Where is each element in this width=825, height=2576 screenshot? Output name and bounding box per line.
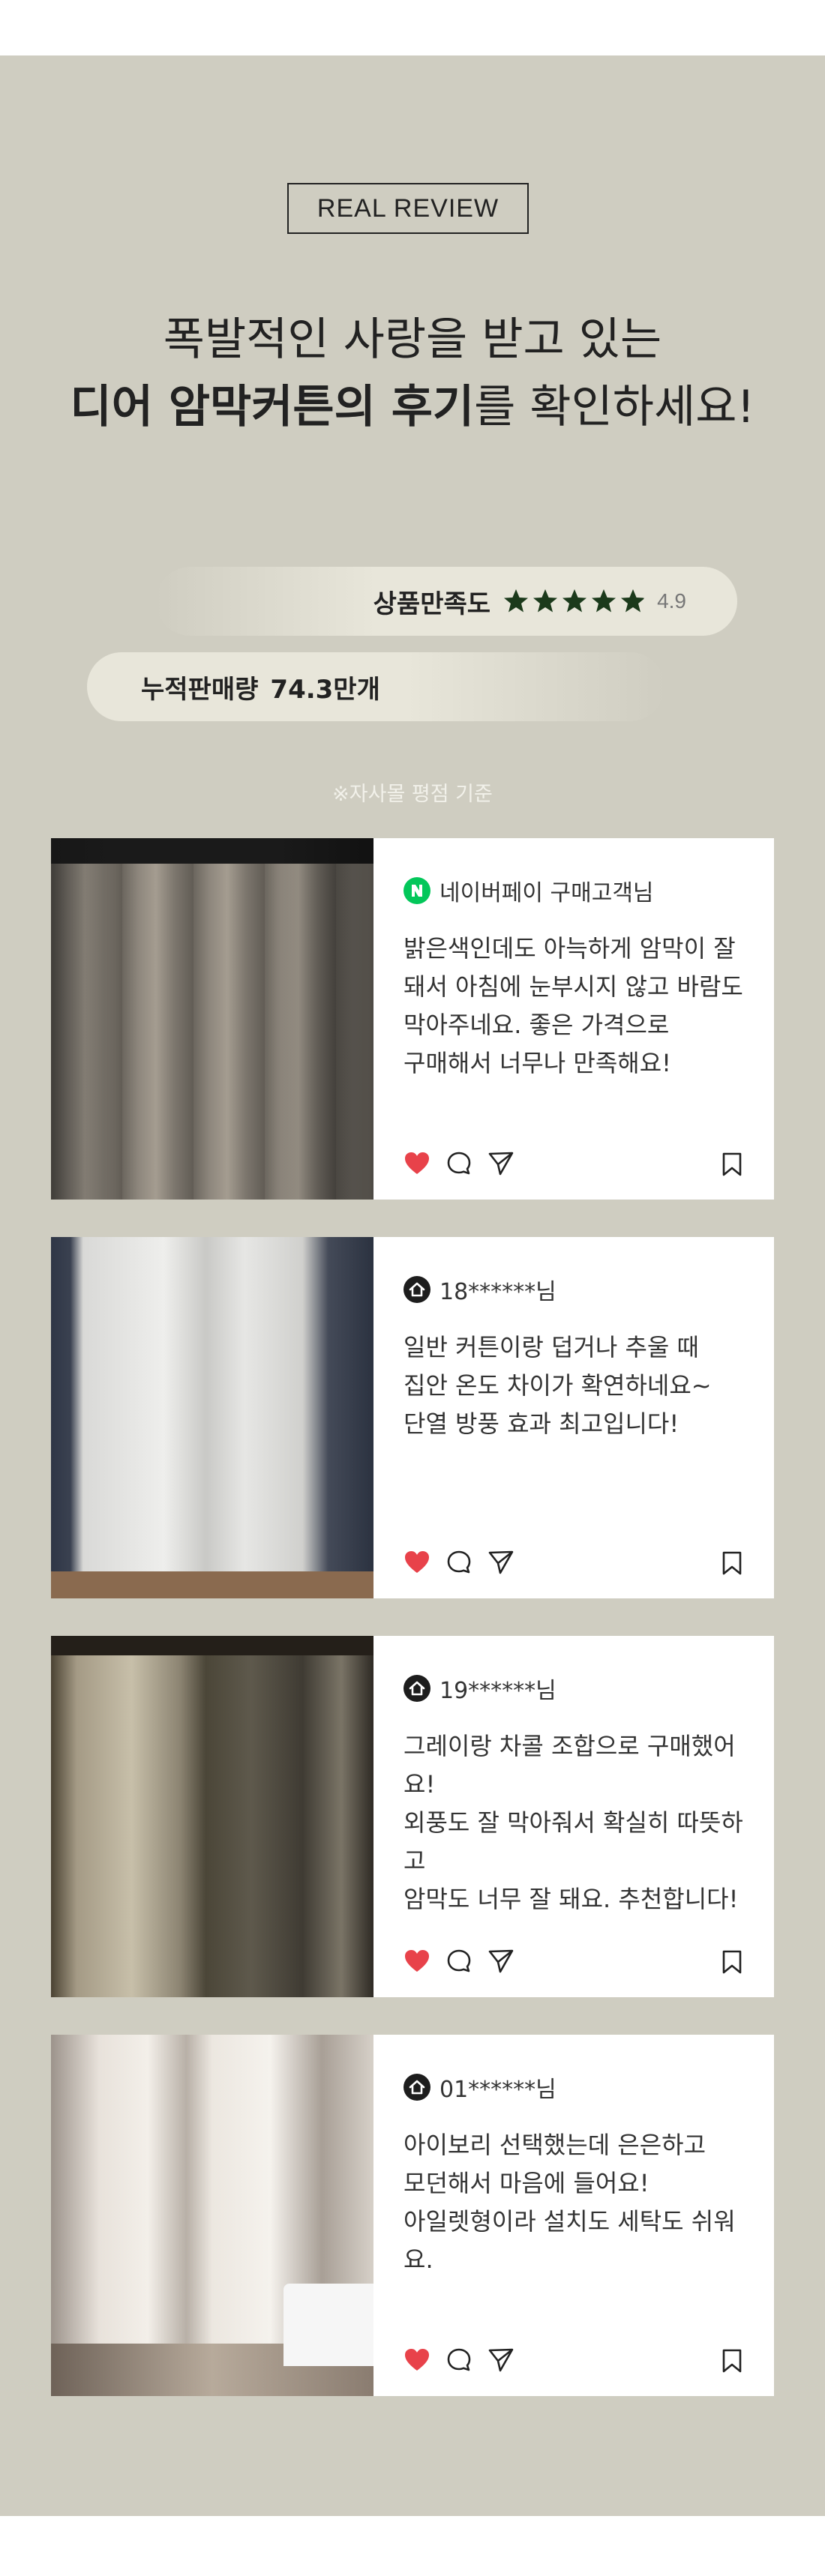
review-card: 01******님 아이보리 선택했는데 은은하고 모던해서 마음에 들어요! … xyxy=(51,2035,774,2396)
comment-icon[interactable] xyxy=(446,1150,472,1177)
star-icon xyxy=(621,589,646,613)
review-card: 18******님 일반 커튼이랑 덥거나 추울 때 집안 온도 차이가 확연하… xyxy=(51,1237,774,1598)
review-text: 일반 커튼이랑 덥거나 추울 때 집안 온도 차이가 확연하네요~ 단열 방풍 … xyxy=(404,1333,712,1438)
review-photo[interactable] xyxy=(51,1636,374,1997)
heart-icon[interactable] xyxy=(404,1549,430,1576)
heart-icon[interactable] xyxy=(404,1150,430,1177)
house-icon xyxy=(404,2074,430,2101)
headline-rest: 를 확인하세요! xyxy=(474,381,755,433)
reviewer-name: 19******님 xyxy=(440,1678,556,1704)
heart-icon[interactable] xyxy=(404,2347,430,2374)
review-photo[interactable] xyxy=(51,1237,374,1598)
review-section: REAL REVIEW 폭발적인 사랑을 받고 있는 디어 암막커튼의 후기를 … xyxy=(0,55,825,2516)
review-actions xyxy=(404,1547,744,1577)
naver-icon xyxy=(404,877,430,904)
review-text: 그레이랑 차콜 조합으로 구매했어요! 외풍도 잘 막아줘서 확실히 따뜻하고 … xyxy=(404,1732,743,1913)
share-icon[interactable] xyxy=(488,2347,514,2374)
bookmark-icon[interactable] xyxy=(720,1949,744,1975)
rating-stars xyxy=(502,588,646,615)
review-text: 밝은색인데도 아늑하게 암막이 잘 돼서 아침에 눈부시지 않고 바람도 막아주… xyxy=(404,934,743,1077)
bookmark-icon[interactable] xyxy=(720,1152,744,1177)
reviewer: 18******님 xyxy=(404,1275,744,1305)
review-card: 19******님 그레이랑 차콜 조합으로 구매했어요! 외풍도 잘 막아줘서… xyxy=(51,1636,774,1997)
heart-icon[interactable] xyxy=(404,1948,430,1975)
reviewer: 19******님 xyxy=(404,1673,744,1704)
comment-icon[interactable] xyxy=(446,1948,472,1975)
reviewer-name: 네이버페이 구매고객님 xyxy=(440,880,654,906)
rating-value: 4.9 xyxy=(657,589,686,613)
headline-line-2: 디어 암막커튼의 후기를 확인하세요! xyxy=(0,370,825,436)
share-icon[interactable] xyxy=(488,1549,514,1576)
comment-icon[interactable] xyxy=(446,2347,472,2374)
reviewer-name: 18******님 xyxy=(440,1279,556,1305)
sales-pill: 누적판매량 74.3만개 xyxy=(87,652,664,721)
review-card: 네이버페이 구매고객님 밝은색인데도 아늑하게 암막이 잘 돼서 아침에 눈부시… xyxy=(51,838,774,1200)
review-actions xyxy=(404,1149,744,1179)
sales-value: 74.3만개 xyxy=(270,674,380,705)
headline-line-1: 폭발적인 사랑을 받고 있는 xyxy=(163,313,662,366)
bottom-margin xyxy=(0,2516,825,2576)
review-photo[interactable] xyxy=(51,2035,374,2396)
bookmark-icon[interactable] xyxy=(720,1550,744,1576)
rating-label: 상품만족도 xyxy=(373,589,491,619)
bookmark-icon[interactable] xyxy=(720,2348,744,2374)
review-text: 아이보리 선택했는데 은은하고 모던해서 마음에 들어요! 아일렛형이라 설치도… xyxy=(404,2131,736,2274)
share-icon[interactable] xyxy=(488,1948,514,1975)
rating-pill: 상품만족도 4.9 xyxy=(156,567,737,636)
review-actions xyxy=(404,1946,744,1976)
star-icon xyxy=(562,589,587,613)
star-icon xyxy=(504,589,529,613)
review-actions xyxy=(404,2345,744,2375)
sales-label: 누적판매량 xyxy=(141,674,259,705)
headline-emphasis: 디어 암막커튼의 후기 xyxy=(70,381,475,433)
house-icon xyxy=(404,1675,430,1702)
star-icon xyxy=(533,589,558,613)
review-photo[interactable] xyxy=(51,838,374,1200)
house-icon xyxy=(404,1276,430,1303)
share-icon[interactable] xyxy=(488,1150,514,1177)
comment-icon[interactable] xyxy=(446,1549,472,1576)
star-icon xyxy=(592,589,616,613)
reviewer-name: 01******님 xyxy=(440,2077,556,2103)
rating-note: ※자사몰 평점 기준 xyxy=(332,783,493,806)
reviewer: 네이버페이 구매고객님 xyxy=(404,876,744,906)
top-margin xyxy=(0,0,825,55)
reviewer: 01******님 xyxy=(404,2072,744,2103)
real-review-badge: REAL REVIEW xyxy=(287,183,529,234)
